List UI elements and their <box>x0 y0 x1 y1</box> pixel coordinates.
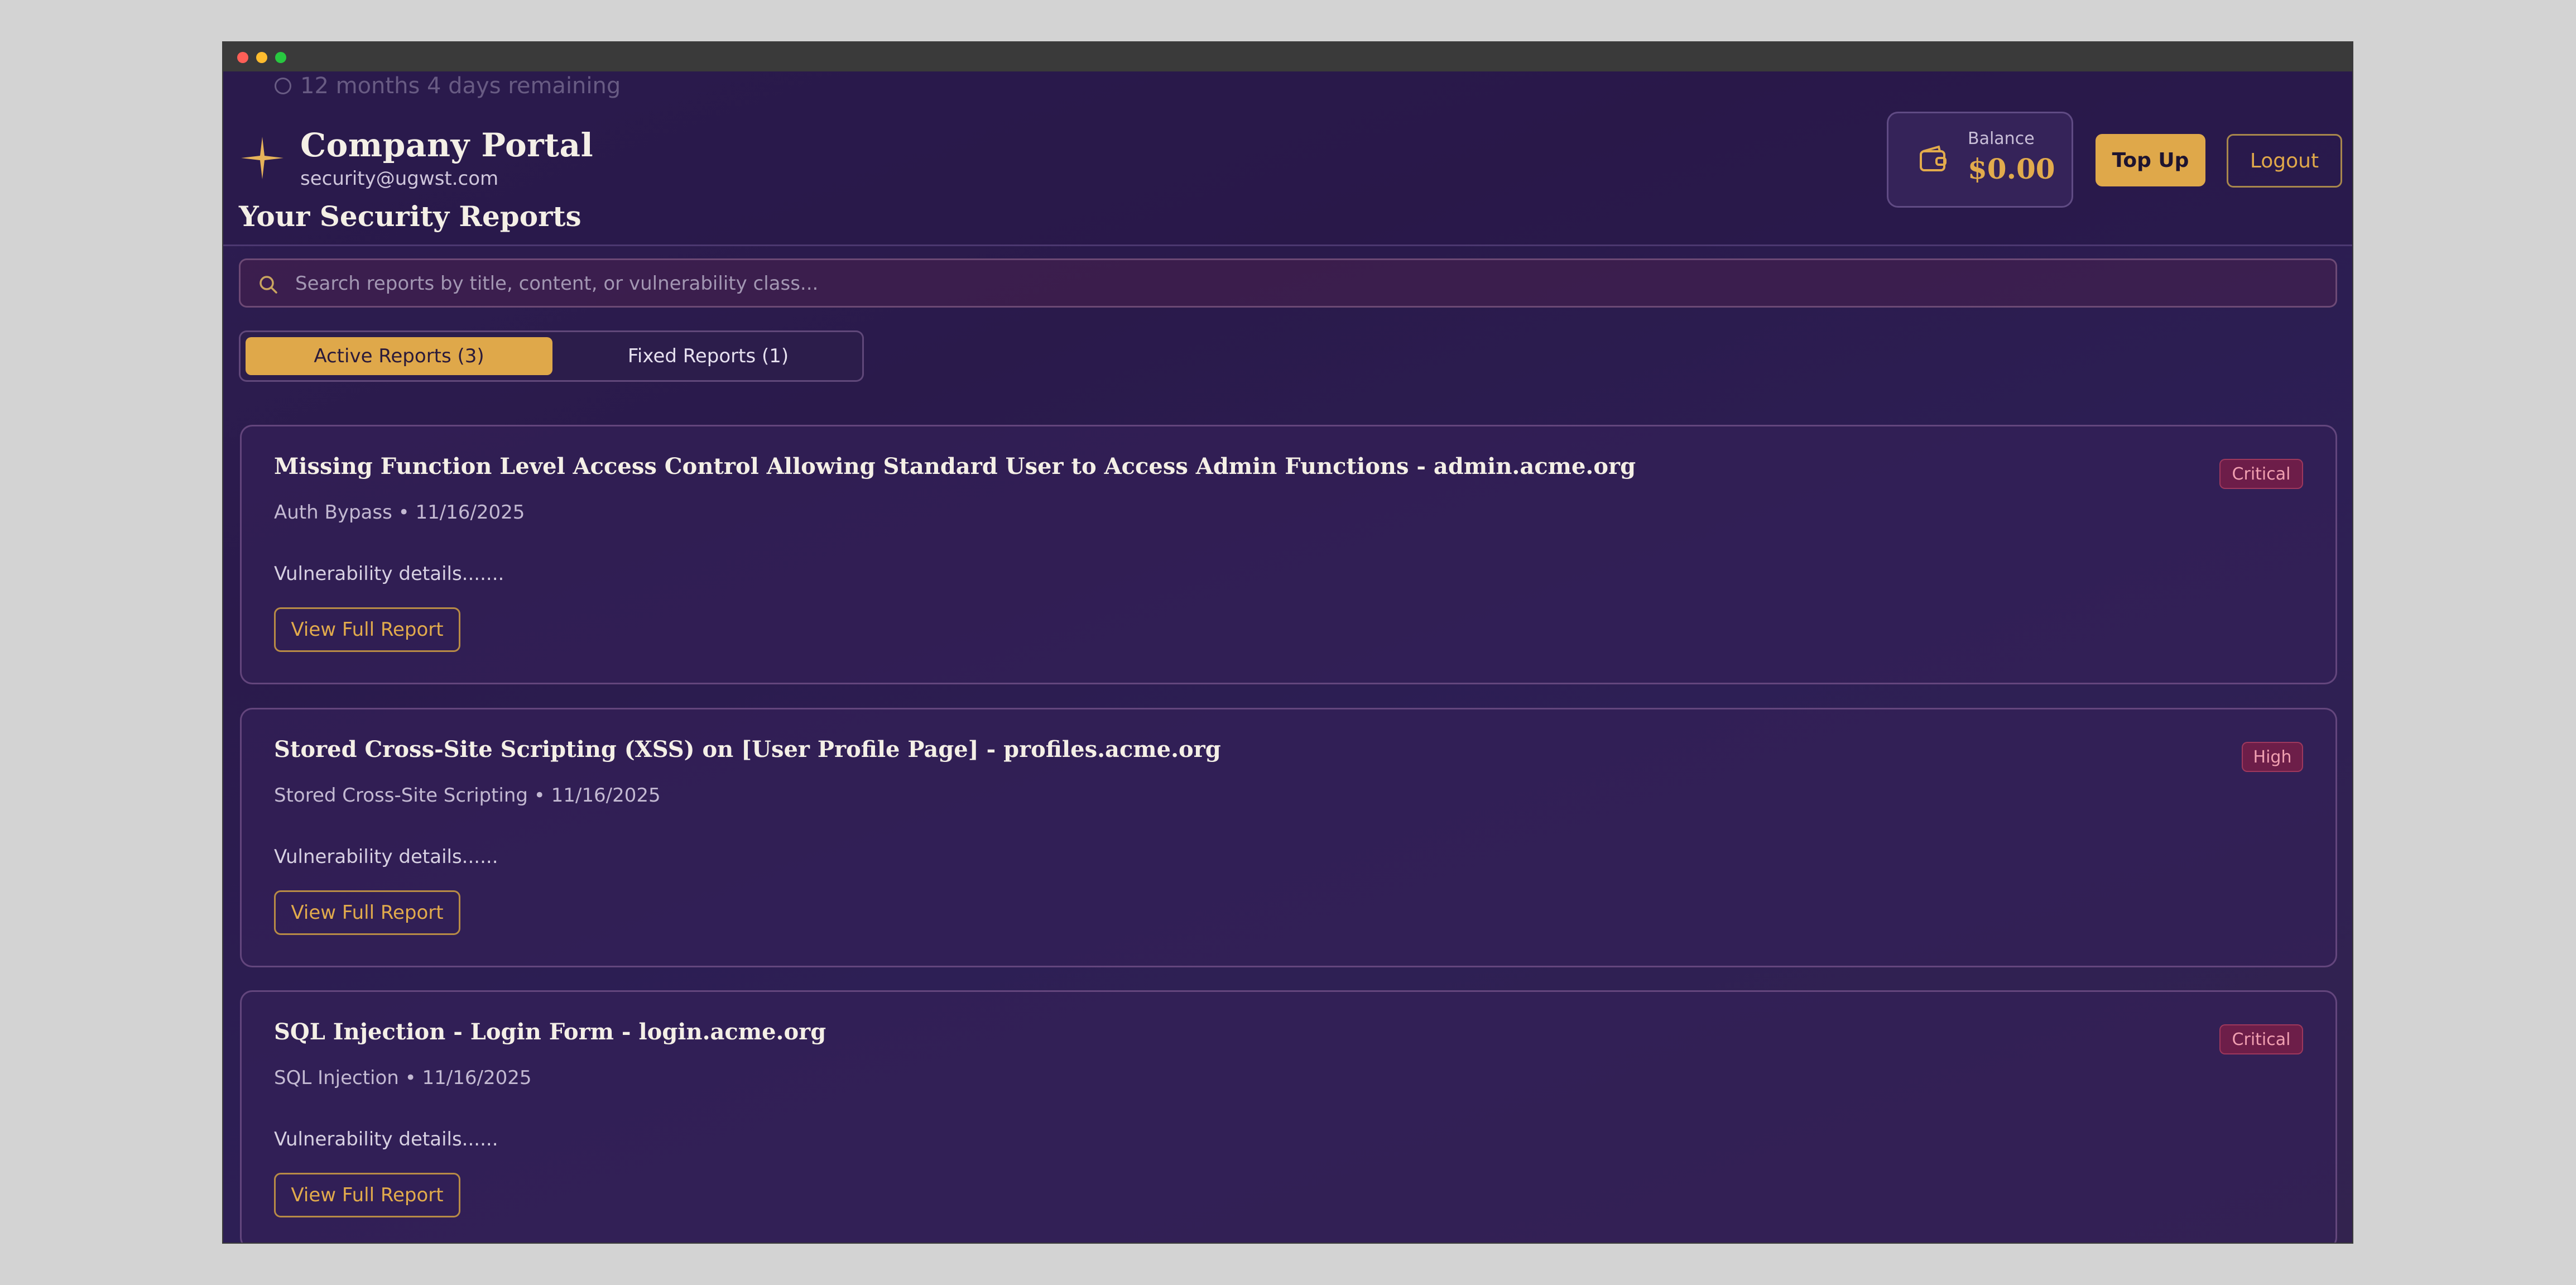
report-title: Missing Function Level Access Control Al… <box>274 453 1636 480</box>
report-card: Missing Function Level Access Control Al… <box>240 425 2337 684</box>
balance-label: Balance <box>1968 129 2035 148</box>
report-details: Vulnerability details...... <box>274 846 498 868</box>
severity-badge: Critical <box>2219 459 2303 489</box>
report-meta: Auth Bypass • 11/16/2025 <box>274 501 525 524</box>
search-input[interactable]: Search reports by title, content, or vul… <box>239 258 2337 308</box>
report-meta: Stored Cross-Site Scripting • 11/16/2025 <box>274 784 661 807</box>
severity-badge: High <box>2242 742 2303 772</box>
app-window: 12 months 4 days remaining Company Porta… <box>223 42 2352 1243</box>
logout-button[interactable]: Logout <box>2227 134 2342 188</box>
report-title: Stored Cross-Site Scripting (XSS) on [Us… <box>274 736 1221 763</box>
balance-value: $0.00 <box>1968 152 2055 185</box>
clock-icon <box>275 78 291 94</box>
report-card: Stored Cross-Site Scripting (XSS) on [Us… <box>240 708 2337 967</box>
portal-title: Company Portal <box>300 126 594 164</box>
report-details: Vulnerability details....... <box>274 563 504 585</box>
top-up-button[interactable]: Top Up <box>2096 134 2205 186</box>
balance-card: Balance $0.00 <box>1887 112 2073 208</box>
account-email: security@ugwst.com <box>300 167 499 190</box>
report-title: SQL Injection - Login Form - login.acme.… <box>274 1019 826 1045</box>
wallet-icon <box>1920 145 1947 171</box>
tab-active-reports[interactable]: Active Reports (3) <box>246 337 552 375</box>
page-title: Your Security Reports <box>239 200 581 233</box>
search-placeholder: Search reports by title, content, or vul… <box>295 272 819 295</box>
window-titlebar <box>223 42 2352 71</box>
remaining-text: 12 months 4 days remaining <box>300 73 621 99</box>
close-window-button[interactable] <box>237 52 248 63</box>
view-full-report-button[interactable]: View Full Report <box>274 607 460 652</box>
report-card: SQL Injection - Login Form - login.acme.… <box>240 990 2337 1243</box>
maximize-window-button[interactable] <box>275 52 286 63</box>
view-full-report-button[interactable]: View Full Report <box>274 890 460 935</box>
report-details: Vulnerability details...... <box>274 1128 498 1150</box>
report-tabs: Active Reports (3) Fixed Reports (1) <box>239 330 864 382</box>
search-icon <box>259 276 277 294</box>
view-full-report-button[interactable]: View Full Report <box>274 1173 460 1217</box>
sparkle-icon <box>241 137 283 179</box>
severity-badge: Critical <box>2219 1024 2303 1054</box>
report-meta: SQL Injection • 11/16/2025 <box>274 1067 532 1089</box>
subscription-remaining: 12 months 4 days remaining <box>275 71 621 100</box>
tab-fixed-reports[interactable]: Fixed Reports (1) <box>558 337 859 375</box>
minimize-window-button[interactable] <box>256 52 267 63</box>
